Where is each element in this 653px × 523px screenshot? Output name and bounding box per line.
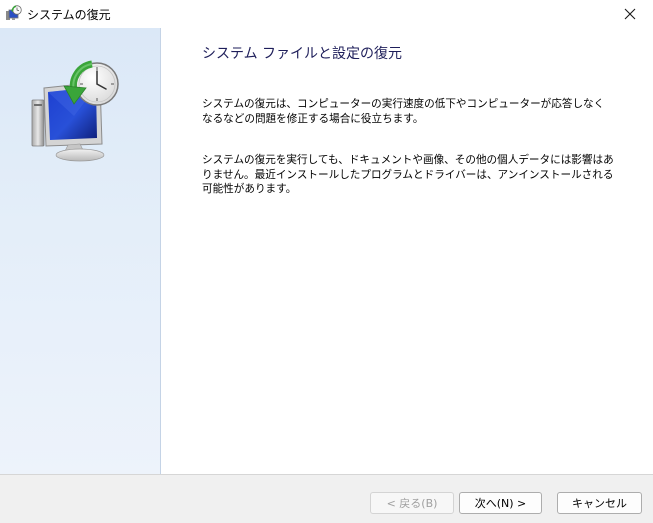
description-paragraph: システムの復元は、コンピューターの実行速度の低下やコンピューターが応答しなくなる…	[202, 98, 605, 125]
wizard-footer: < 戻る(B) 次へ(N) > キャンセル	[0, 474, 653, 523]
title-bar[interactable]: システムの復元	[0, 0, 653, 28]
system-restore-icon	[5, 5, 22, 22]
system-restore-monitor-icon	[30, 58, 130, 188]
close-button[interactable]	[607, 0, 653, 28]
page-title: システム ファイルと設定の復元	[202, 46, 403, 62]
next-button[interactable]: 次へ(N) >	[459, 492, 542, 514]
cancel-button[interactable]: キャンセル	[557, 492, 642, 514]
system-restore-window: システムの復元 システム ファイルと設定の復元 システムの復元は、コンピューター…	[0, 0, 653, 523]
wizard-content: システム ファイルと設定の復元 システムの復元は、コンピューターの実行速度の低下…	[161, 28, 653, 474]
note-paragraph: システムの復元を実行しても、ドキュメントや画像、その他の個人データには影響はあり…	[202, 154, 614, 196]
close-icon	[624, 5, 636, 24]
window-title: システムの復元	[27, 8, 111, 22]
back-button[interactable]: < 戻る(B)	[370, 492, 454, 514]
wizard-sidebar	[0, 28, 161, 474]
